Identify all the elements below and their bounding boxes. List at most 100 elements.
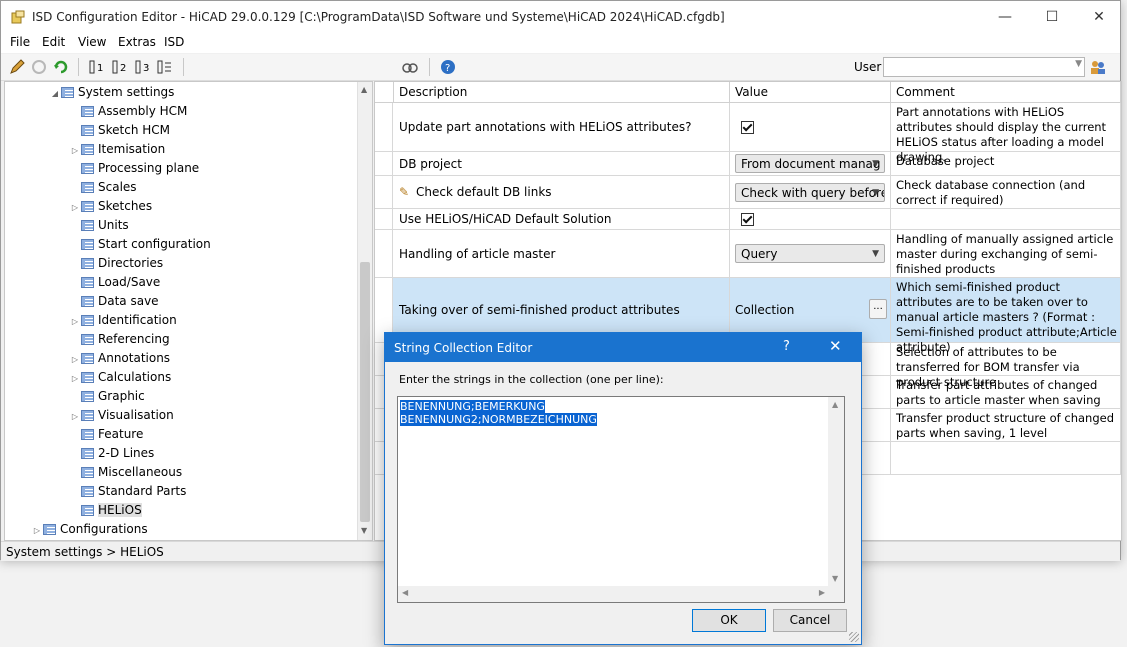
expand-icon[interactable]: ▷ xyxy=(69,141,81,160)
description-cell: Update part annotations with HELiOS attr… xyxy=(394,103,730,151)
scroll-down-icon[interactable]: ▼ xyxy=(361,526,367,535)
tree-item[interactable]: Feature xyxy=(69,425,143,444)
row-header[interactable] xyxy=(375,152,393,175)
tree-item[interactable]: Units xyxy=(69,216,129,235)
checkbox-checked[interactable] xyxy=(741,120,754,134)
scroll-up-icon[interactable]: ▲ xyxy=(361,85,367,94)
column-description[interactable]: Description xyxy=(394,82,730,103)
chevron-down-icon: ▼ xyxy=(872,187,879,198)
close-button[interactable]: ✕ xyxy=(1076,1,1122,33)
tree-item[interactable]: ▷ Calculations xyxy=(69,368,171,387)
tree-item[interactable]: ▷ Visualisation xyxy=(69,406,174,425)
scroll-left-icon[interactable]: ◀ xyxy=(402,588,408,597)
strings-textarea[interactable]: BENENNUNG;BEMERKUNG BENENNUNG2;NORMBEZEI… xyxy=(397,396,845,603)
maximize-button[interactable]: ☐ xyxy=(1029,1,1075,33)
dialog-close-button[interactable]: ✕ xyxy=(829,337,842,355)
tree-item-configurations[interactable]: ▷ Configurations xyxy=(31,520,148,539)
pencil-icon[interactable] xyxy=(8,58,26,76)
grid-row[interactable]: Update part annotations with HELiOS attr… xyxy=(375,103,1121,164)
help-button[interactable]: ? xyxy=(783,339,790,354)
menu-isd[interactable]: ISD xyxy=(164,35,184,49)
value-cell[interactable] xyxy=(730,209,891,229)
tree-item[interactable]: Miscellaneous xyxy=(69,463,182,482)
users-icon[interactable] xyxy=(1089,58,1107,76)
tree-item[interactable]: Graphic xyxy=(69,387,145,406)
expand-icon[interactable]: ▷ xyxy=(69,407,81,426)
expand-icon[interactable]: ▷ xyxy=(31,521,43,540)
tree-item[interactable]: Start configuration xyxy=(69,235,211,254)
collection-edit-button[interactable]: ... xyxy=(869,299,887,319)
tree-item[interactable]: Referencing xyxy=(69,330,170,349)
value-cell[interactable]: Check with query before ▼ xyxy=(730,176,891,208)
string-line[interactable]: BENENNUNG2;NORMBEZEICHNUNG xyxy=(400,413,597,426)
tree-scroll-thumb[interactable] xyxy=(360,262,370,522)
grid-corner xyxy=(375,82,394,103)
tree-item[interactable]: Data save xyxy=(69,292,159,311)
value-dropdown[interactable]: Check with query before ▼ xyxy=(735,182,885,202)
menu-view[interactable]: View xyxy=(78,35,106,49)
help-icon[interactable]: ? xyxy=(439,58,457,76)
column-value[interactable]: Value xyxy=(730,82,891,103)
row-header[interactable] xyxy=(375,176,393,208)
level-2-icon[interactable]: 2 xyxy=(111,58,129,76)
level-3-icon[interactable]: 3 xyxy=(134,58,152,76)
tree-item[interactable]: Standard Parts xyxy=(69,482,186,501)
settings-tree[interactable]: ◢ System settings Assembly HCM Sketch HCM ▷… xyxy=(4,81,373,541)
expand-icon[interactable]: ▷ xyxy=(69,369,81,388)
value-cell[interactable]: Query ▼ xyxy=(730,230,891,277)
refresh-icon[interactable] xyxy=(52,58,70,76)
tree-scrollbar[interactable]: ▲ ▼ xyxy=(357,82,372,540)
tree-item[interactable]: ▷ Identification xyxy=(69,311,177,330)
tree-item[interactable]: Assembly HCM xyxy=(69,102,187,121)
checkbox-checked[interactable] xyxy=(741,212,754,226)
level-1-icon[interactable]: 1 xyxy=(88,58,106,76)
tree-item[interactable]: Scales xyxy=(69,178,137,197)
value-dropdown[interactable]: From document manag ▼ xyxy=(735,154,885,173)
cancel-button[interactable]: Cancel xyxy=(773,609,847,632)
collapse-icon[interactable]: ◢ xyxy=(49,84,61,103)
row-header[interactable] xyxy=(375,230,393,277)
scroll-down-icon[interactable]: ▼ xyxy=(832,574,838,583)
grid-row[interactable]: DB project From document manag ▼ Database p… xyxy=(375,152,1121,176)
value-cell[interactable] xyxy=(730,103,891,151)
row-header[interactable] xyxy=(375,209,393,229)
tree-item[interactable]: 2-D Lines xyxy=(69,444,154,463)
tree-item[interactable]: Load/Save xyxy=(69,273,160,292)
undo-icon[interactable] xyxy=(30,58,48,76)
resize-grip-icon[interactable] xyxy=(849,632,859,642)
menu-file[interactable]: File xyxy=(10,35,30,49)
tree-item[interactable]: Processing plane xyxy=(69,159,199,178)
tree-item-system-settings[interactable]: ◢ System settings xyxy=(49,83,175,103)
menu-extras[interactable]: Extras xyxy=(118,35,156,49)
tree-item[interactable]: ▷ Sketches xyxy=(69,197,152,216)
grid-row[interactable]: ✎ Check default DB links Check with query … xyxy=(375,176,1121,209)
tree-item[interactable]: ▷ Annotations xyxy=(69,349,170,368)
scroll-up-icon[interactable]: ▲ xyxy=(832,400,838,409)
menu-edit[interactable]: Edit xyxy=(42,35,65,49)
textarea-horizontal-scrollbar[interactable]: ◀ ▶ xyxy=(398,586,829,602)
status-path: System settings > HELiOS xyxy=(6,545,164,559)
ok-button[interactable]: OK xyxy=(692,609,766,632)
value-dropdown[interactable]: Query ▼ xyxy=(735,244,885,263)
minimize-button[interactable]: — xyxy=(982,1,1028,33)
tree-item[interactable]: Sketch HCM xyxy=(69,121,170,140)
tree-item[interactable]: ▷ Itemisation xyxy=(69,140,165,159)
expand-icon[interactable]: ▷ xyxy=(69,312,81,331)
window-title: ISD Configuration Editor - HiCAD 29.0.0.… xyxy=(32,10,725,24)
search-icon[interactable] xyxy=(401,58,419,76)
column-comment[interactable]: Comment xyxy=(891,82,1121,103)
textarea-vertical-scrollbar[interactable]: ▲ ▼ xyxy=(828,397,844,586)
grid-row[interactable]: Handling of article master Query ▼ Handling… xyxy=(375,230,1121,278)
scroll-right-icon[interactable]: ▶ xyxy=(819,588,825,597)
value-cell[interactable]: From document manag ▼ xyxy=(730,152,891,175)
string-line[interactable]: BENENNUNG;BEMERKUNG xyxy=(400,400,545,413)
expand-icon[interactable]: ▷ xyxy=(69,350,81,369)
tree-item[interactable]: Directories xyxy=(69,254,163,273)
user-combo[interactable]: ▼ xyxy=(883,57,1085,77)
expand-icon[interactable]: ▷ xyxy=(69,198,81,217)
row-header[interactable] xyxy=(375,103,393,151)
expand-all-icon[interactable] xyxy=(156,58,174,76)
tree-item[interactable]: HELiOS xyxy=(69,501,142,520)
grid-row[interactable]: Use HELiOS/HiCAD Default Solution xyxy=(375,209,1121,230)
comment-cell: Which semi-finished product attributes a… xyxy=(891,278,1121,354)
